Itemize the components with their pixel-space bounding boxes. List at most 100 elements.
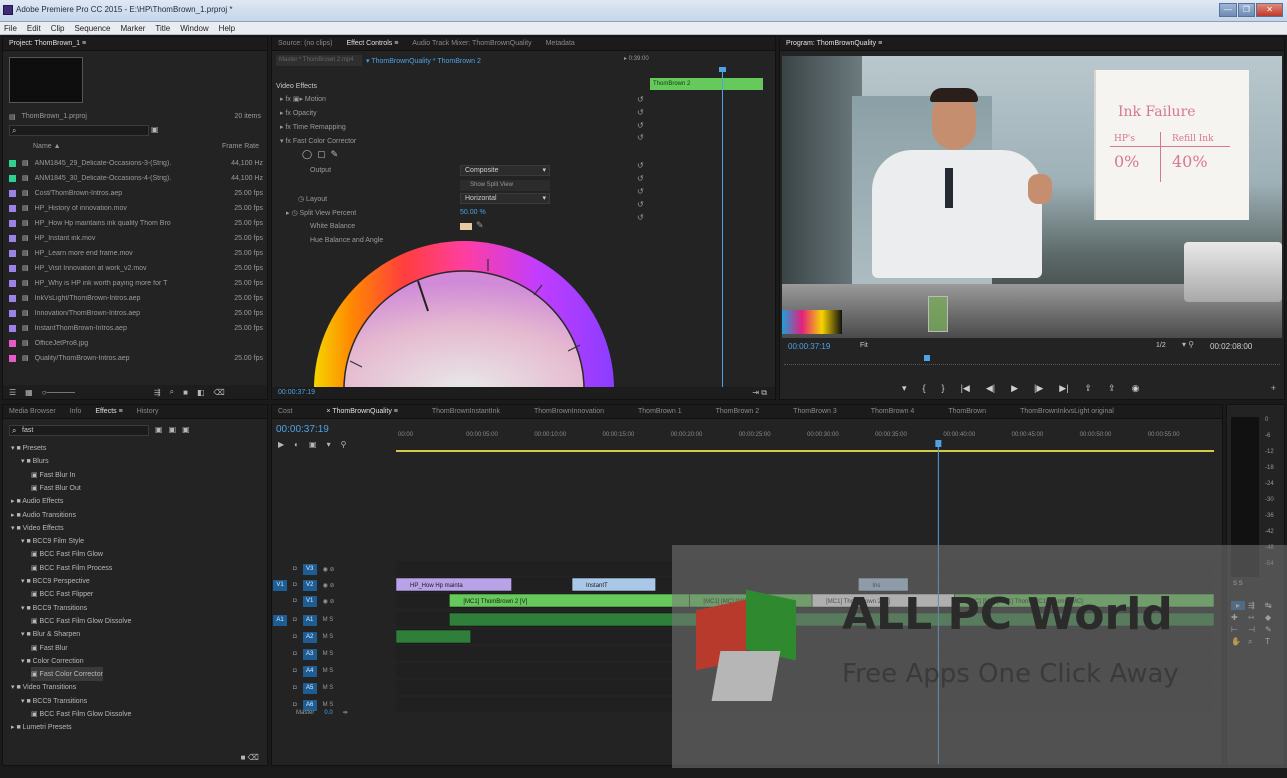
step-back-icon[interactable]: ◀| bbox=[986, 383, 995, 394]
timeline-tab[interactable]: × ThomBrownQuality ≡ bbox=[326, 408, 397, 415]
tab-metadata[interactable]: Metadata bbox=[546, 40, 575, 47]
rect-mask-icon[interactable]: ▢ bbox=[317, 149, 326, 160]
track-target[interactable]: A4 bbox=[302, 665, 317, 677]
timeline-tab[interactable]: ThomBrownInstantInk bbox=[432, 408, 500, 415]
program-playhead[interactable] bbox=[924, 355, 930, 361]
effects-tree-item[interactable]: ▣ Fast Color Corrector bbox=[31, 667, 103, 682]
effects-tree-item[interactable]: ▾ ■ BCC9 Transitions bbox=[21, 601, 87, 615]
project-item[interactable]: ▤ OfficeJetPro8.jpg bbox=[9, 336, 271, 350]
project-item[interactable]: ▤ ANM1845_29_Delicate-Occasions-3-(Strig)… bbox=[9, 156, 271, 170]
ec-clip-bar[interactable]: ThomBrown 2 bbox=[650, 78, 763, 90]
effects-tree-item[interactable]: ▾ ■ BCC9 Film Style bbox=[21, 534, 84, 548]
source-patch[interactable] bbox=[273, 666, 287, 677]
new-bin-trash-icons[interactable]: ■ ⌫ bbox=[241, 753, 259, 762]
mute-solo-buttons[interactable]: M S bbox=[323, 685, 334, 691]
new-item-icon[interactable]: ◧ bbox=[197, 388, 205, 397]
timeline-tab[interactable]: ThomBrownInnovation bbox=[534, 408, 604, 415]
find-icon[interactable]: ⌕ bbox=[170, 387, 174, 397]
effects-tree-item[interactable]: ▣ Fast Blur Out bbox=[31, 481, 81, 495]
eye-icon[interactable]: ◉ ⊘ bbox=[323, 598, 335, 605]
tab-effects[interactable]: Effects ≡ bbox=[95, 408, 122, 415]
program-video-frame[interactable]: Ink Failure HP's Refill Ink 0% 40% bbox=[782, 56, 1282, 338]
32bit-filter-icon[interactable]: ▣ bbox=[169, 425, 177, 434]
program-scrubber[interactable] bbox=[784, 357, 1280, 365]
source-patch[interactable]: V1 bbox=[273, 579, 287, 591]
timeline-tab[interactable]: Cost bbox=[278, 408, 292, 415]
close-button[interactable]: ✕ bbox=[1256, 3, 1284, 17]
project-item[interactable]: ▤ HP_Learn more end frame.mov 25.00 fps bbox=[9, 246, 271, 260]
menu-sequence[interactable]: Sequence bbox=[74, 22, 110, 34]
effects-tree-item[interactable]: ▣ Fast Blur bbox=[31, 641, 68, 655]
tab-history[interactable]: History bbox=[137, 408, 159, 415]
reset-icon[interactable]: ↺ bbox=[637, 121, 644, 130]
export-frame-icon[interactable]: ◉ bbox=[1132, 383, 1140, 394]
project-item[interactable]: ▤ HP_How Hp maintains ink quality Thom Br… bbox=[9, 216, 271, 230]
reset-icon[interactable]: ↺ bbox=[637, 133, 644, 142]
mute-solo-buttons[interactable]: M S bbox=[323, 702, 334, 708]
effects-tree-item[interactable]: ▣ BCC Fast Film Process bbox=[31, 561, 112, 575]
effect-opacity[interactable]: ▸ fx Opacity bbox=[280, 109, 317, 117]
effects-tree-item[interactable]: ▾ ■ Video Transitions bbox=[11, 680, 76, 694]
source-patch[interactable] bbox=[273, 683, 287, 694]
project-item[interactable]: ▤ Innovation/ThomBrown-Intros.aep 25.00 fp… bbox=[9, 306, 271, 320]
mark-out-icon[interactable]: } bbox=[942, 383, 945, 394]
effects-search-input[interactable]: ⌕ fast bbox=[9, 425, 149, 436]
fit-select[interactable]: Fit bbox=[860, 342, 868, 349]
timeline-settings-icon[interactable]: ⚲ bbox=[341, 440, 347, 449]
timeline-tab[interactable]: ThomBrownInkvsLight original bbox=[1020, 408, 1114, 415]
effects-tree-item[interactable]: ▾ ■ Color Correction bbox=[21, 654, 84, 668]
timeline-clip[interactable]: [MC1] ThomBrown 2 [V] bbox=[449, 593, 690, 608]
yuv-filter-icon[interactable]: ▣ bbox=[182, 425, 190, 434]
output-select[interactable]: Composite ▾ bbox=[460, 165, 550, 176]
reset-icon[interactable]: ↺ bbox=[637, 174, 644, 183]
col-rate-header[interactable]: Frame Rate bbox=[222, 143, 259, 150]
timeline-clip[interactable] bbox=[396, 629, 471, 644]
mark-in-icon[interactable]: { bbox=[923, 383, 926, 394]
source-patch[interactable] bbox=[273, 649, 287, 660]
clip-body[interactable] bbox=[396, 629, 471, 644]
play-icon[interactable]: ▶ bbox=[1011, 383, 1018, 394]
lock-icon[interactable]: ◘ bbox=[293, 598, 297, 604]
lock-icon[interactable]: ◘ bbox=[293, 617, 297, 623]
menu-clip[interactable]: Clip bbox=[51, 22, 65, 34]
icon-view-icon[interactable]: ▦ bbox=[25, 388, 33, 397]
resolution-select[interactable]: 1/2 bbox=[1156, 342, 1166, 349]
effects-tree-item[interactable]: ▣ BCC Fast Film Glow bbox=[31, 547, 103, 561]
effects-tree-item[interactable]: ▾ ■ Video Effects bbox=[11, 521, 64, 535]
track-target[interactable]: V3 bbox=[302, 563, 317, 575]
nest-icon[interactable]: ▶ bbox=[278, 440, 284, 449]
track-target[interactable]: A3 bbox=[302, 648, 317, 660]
effects-tree-item[interactable]: ▾ ■ BCC9 Perspective bbox=[21, 574, 90, 588]
effects-tree-item[interactable]: ▾ ■ Blurs bbox=[21, 454, 49, 468]
eye-icon[interactable]: ◉ ⊘ bbox=[323, 566, 335, 573]
lock-icon[interactable]: ◘ bbox=[293, 685, 297, 691]
eyedropper-icon[interactable]: ✎ bbox=[476, 220, 484, 231]
lock-icon[interactable]: ◘ bbox=[293, 651, 297, 657]
tab-effect-controls[interactable]: Effect Controls ≡ bbox=[346, 40, 398, 47]
extract-icon[interactable]: ⇪ bbox=[1108, 383, 1116, 394]
effects-tree-item[interactable]: ▣ BCC Fast Film Glow Dissolve bbox=[31, 614, 131, 628]
lock-icon[interactable]: ◘ bbox=[293, 582, 297, 588]
effects-tree-item[interactable]: ▣ BCC Fast Flipper bbox=[31, 587, 93, 601]
menu-edit[interactable]: Edit bbox=[27, 22, 41, 34]
button-editor-icon[interactable]: + bbox=[1271, 383, 1276, 393]
timeline-tab[interactable]: ThomBrown 4 bbox=[871, 408, 915, 415]
timeline-tab[interactable]: ThomBrown 3 bbox=[793, 408, 837, 415]
timeline-tab[interactable]: ThomBrown 1 bbox=[638, 408, 682, 415]
clip-body[interactable] bbox=[571, 577, 656, 592]
timeline-timecode[interactable]: 00:00:37:19 bbox=[276, 424, 329, 435]
timeline-tab[interactable]: ThomBrown 2 bbox=[716, 408, 760, 415]
track-target[interactable]: V1 bbox=[302, 595, 317, 607]
tab-program[interactable]: Program: ThomBrownQuality ≡ bbox=[786, 40, 882, 47]
tab-audio-mixer[interactable]: Audio Track Mixer: ThomBrownQuality bbox=[412, 40, 531, 47]
mute-solo-buttons[interactable]: M S bbox=[323, 651, 334, 657]
eye-icon[interactable]: ◉ ⊘ bbox=[323, 582, 335, 589]
project-item[interactable]: ▤ HP_Visit Innovation at work_v2.mov 25.00… bbox=[9, 261, 271, 275]
effects-tree-item[interactable]: ▾ ■ Blur & Sharpen bbox=[21, 627, 80, 641]
reset-icon[interactable]: ↺ bbox=[637, 200, 644, 209]
minimize-button[interactable]: — bbox=[1219, 3, 1237, 17]
project-item[interactable]: ▤ HP_Instant ink.mov 25.00 fps bbox=[9, 231, 271, 245]
track-target[interactable]: A5 bbox=[302, 682, 317, 694]
effect-time-remap[interactable]: ▸ fx Time Remapping bbox=[280, 123, 346, 131]
color-wheel[interactable] bbox=[310, 241, 618, 393]
